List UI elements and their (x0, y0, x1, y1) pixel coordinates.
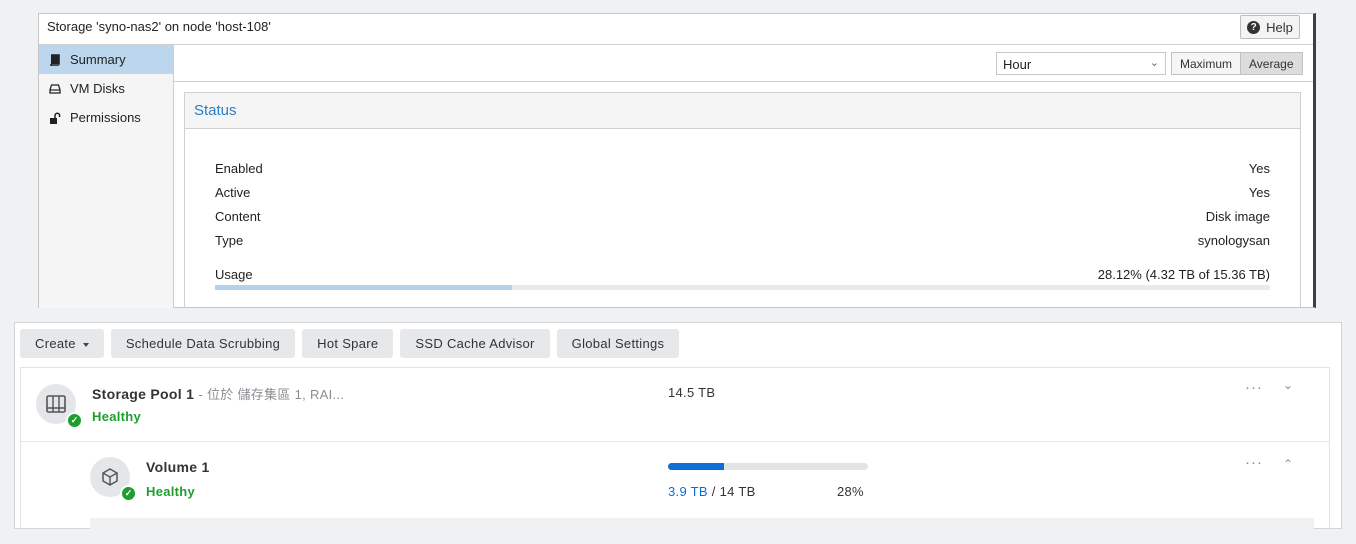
usage-progress-bar (215, 285, 1270, 290)
help-button[interactable]: ? Help (1240, 15, 1300, 39)
status-row-content: Content Disk image (215, 209, 1270, 224)
pool-subtitle: - 位於 儲存集區 1, RAI... (198, 387, 345, 402)
global-settings-button[interactable]: Global Settings (556, 329, 680, 358)
consolidation-toggle: Maximum Average (1171, 52, 1303, 75)
volume-status: Healthy (146, 484, 196, 499)
usage-value: 28.12% (4.32 TB of 15.36 TB) (1097, 267, 1270, 282)
status-row-usage: Usage 28.12% (4.32 TB of 15.36 TB) (215, 267, 1270, 282)
nav-item-summary[interactable]: Summary (39, 45, 173, 74)
pool-size: 14.5 TB (668, 385, 716, 400)
storage-pool-icon: ✓ (36, 384, 83, 429)
help-label: Help (1266, 19, 1293, 35)
pool-name: Storage Pool 1 (92, 386, 195, 402)
status-value: Disk image (1205, 209, 1270, 224)
nav-item-label: VM Disks (70, 81, 125, 96)
nav-item-label: Permissions (70, 110, 141, 125)
create-label: Create (35, 336, 76, 351)
check-circle-icon: ✓ (120, 485, 137, 502)
book-icon (49, 53, 61, 66)
panel-title-text: Storage 'syno-nas2' on node 'host-108' (47, 19, 271, 34)
status-value: Yes (1248, 185, 1270, 200)
pve-storage-panel: Storage 'syno-nas2' on node 'host-108' ?… (38, 13, 1316, 308)
create-button[interactable]: Create (20, 329, 104, 358)
hdd-icon (49, 83, 61, 95)
status-value: Yes (1248, 161, 1270, 176)
maximum-button[interactable]: Maximum (1172, 53, 1241, 74)
usage-progress-fill (215, 285, 512, 290)
nav-item-vm-disks[interactable]: VM Disks (39, 74, 173, 103)
question-circle-icon: ? (1247, 20, 1261, 34)
volume-icon: ✓ (90, 457, 137, 502)
usage-label: Usage (215, 267, 253, 282)
chevron-down-icon[interactable]: ⌄ (1283, 378, 1293, 392)
timeframe-select[interactable]: Hour ⌄ (996, 52, 1166, 75)
status-label: Content (215, 209, 261, 224)
status-row-enabled: Enabled Yes (215, 161, 1270, 176)
storage-pool-card: ✓ Storage Pool 1 - 位於 儲存集區 1, RAI... Hea… (20, 367, 1330, 530)
status-label: Active (215, 185, 251, 200)
caret-down-icon (82, 342, 89, 347)
volume-detail-area (90, 518, 1314, 530)
schedule-scrubbing-button[interactable]: Schedule Data Scrubbing (110, 329, 296, 358)
status-label: Type (215, 233, 244, 248)
status-row-type: Type synologysan (215, 233, 1270, 248)
volume-name: Volume 1 (146, 459, 210, 475)
hot-spare-button[interactable]: Hot Spare (302, 329, 394, 358)
nav-item-permissions[interactable]: Permissions (39, 103, 173, 132)
chevron-up-icon[interactable]: ⌃ (1283, 457, 1293, 471)
summary-toolbar: Hour ⌄ Maximum Average (174, 45, 1313, 82)
pool-title: Storage Pool 1 - 位於 儲存集區 1, RAI... (92, 384, 344, 403)
status-label: Enabled (215, 161, 263, 176)
average-button[interactable]: Average (1240, 53, 1302, 74)
status-value: synologysan (1197, 233, 1270, 248)
chevron-down-icon: ⌄ (1149, 57, 1159, 69)
volume-percent: 28% (837, 484, 864, 499)
storage-toolbar: Create Schedule Data Scrubbing Hot Spare… (20, 329, 680, 358)
status-panel: Status Enabled Yes Active Yes Content Di… (184, 92, 1301, 308)
status-heading: Status (185, 93, 1300, 129)
side-nav: Summary VM Disks Permissions (39, 45, 174, 308)
synology-storage-panel: Create Schedule Data Scrubbing Hot Spare… (14, 322, 1342, 530)
more-options-icon[interactable]: ··· (1245, 379, 1263, 396)
unlock-icon (49, 111, 61, 124)
panel-title: Storage 'syno-nas2' on node 'host-108' ?… (39, 14, 1313, 45)
volume-capacity: 3.9 TB / 14 TB (668, 484, 756, 499)
volume-usage-bar (668, 463, 868, 470)
volume-usage-fill (668, 463, 724, 470)
timeframe-value: Hour (1003, 57, 1032, 72)
nav-item-label: Summary (70, 52, 126, 67)
check-circle-icon: ✓ (66, 412, 83, 429)
ssd-cache-advisor-button[interactable]: SSD Cache Advisor (400, 329, 550, 358)
status-row-active: Active Yes (215, 185, 1270, 200)
pool-status: Healthy (92, 409, 142, 424)
storage-pool-row[interactable]: ✓ Storage Pool 1 - 位於 儲存集區 1, RAI... Hea… (21, 368, 1329, 442)
volume-used: 3.9 TB (668, 484, 708, 499)
volume-total: / 14 TB (711, 484, 756, 499)
more-options-icon[interactable]: ··· (1245, 454, 1263, 471)
